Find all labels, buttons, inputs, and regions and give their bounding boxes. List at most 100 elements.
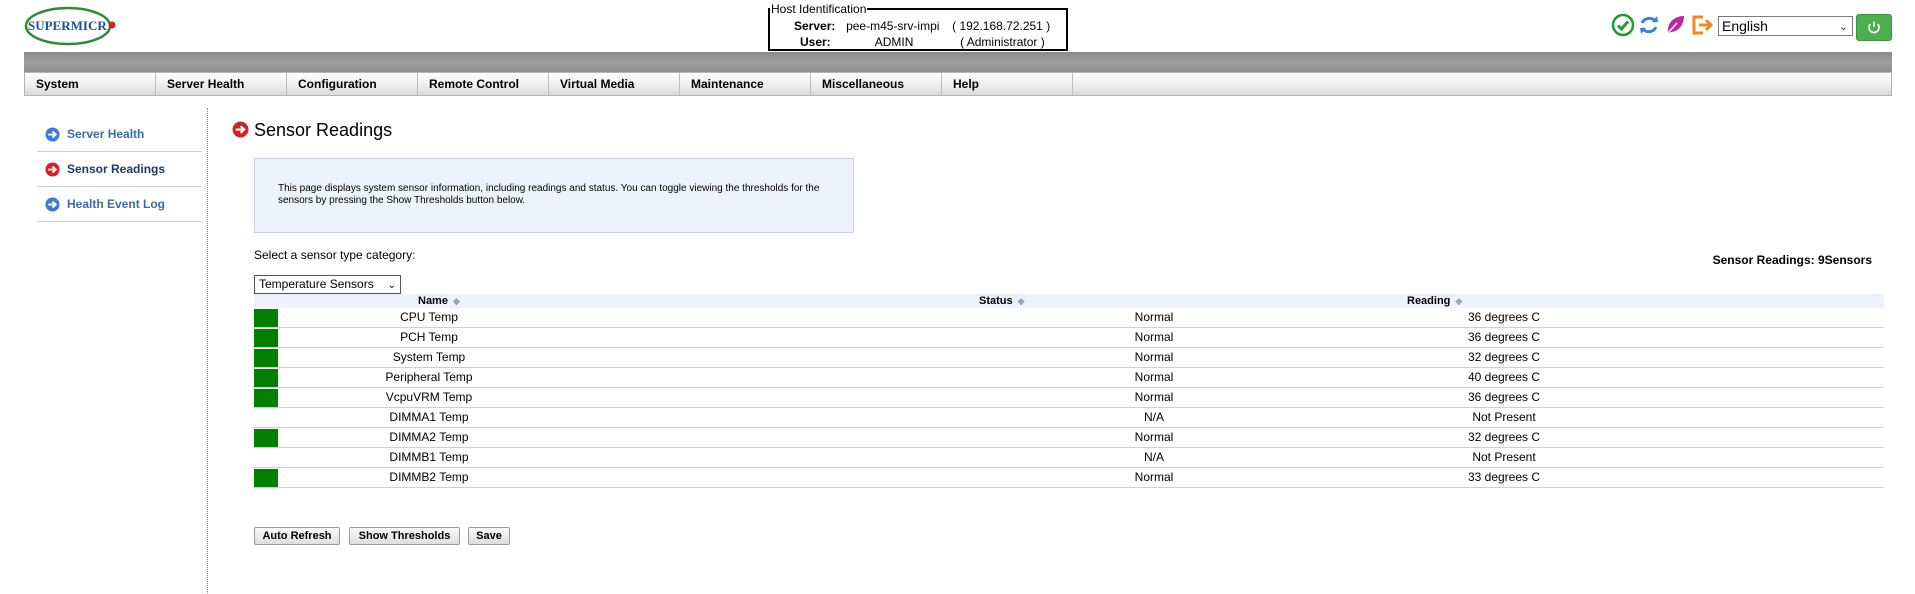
sensor-name: PCH Temp [400,330,458,344]
status-indicator [254,329,278,347]
sensor-reading: 33 degrees C [1467,470,1541,484]
user-role: ( Administrator ) [960,35,1045,49]
sort-icon: ◆ [1455,296,1463,306]
main-menu: System Server Health Configuration Remot… [24,72,1892,96]
arrow-right-icon [45,162,60,177]
status-indicator [254,349,278,367]
table-row: System Temp Normal 32 degrees C [254,348,1884,368]
sidebar-item-label: Server Health [67,127,145,141]
language-select[interactable]: English ⌄ [1718,16,1853,36]
check-icon[interactable] [1611,13,1635,37]
chevron-down-icon: ⌄ [1838,21,1848,33]
status-indicator [254,369,278,387]
sidebar-divider [207,108,208,594]
sensor-status: N/A [1143,450,1164,464]
sort-icon: ◆ [1017,296,1025,306]
arrow-right-icon [232,121,249,138]
logout-icon[interactable] [1689,13,1713,37]
menu-virtual-media[interactable]: Virtual Media [549,73,680,95]
page-title: Sensor Readings [254,120,393,140]
sidebar-item-sensor-readings[interactable]: Sensor Readings [37,152,202,187]
sensor-name: DIMMB2 Temp [389,470,469,484]
table-header: Name ◆ Status ◆ Reading ◆ [254,294,1884,308]
sensor-status: Normal [1134,430,1174,444]
auto-refresh-button[interactable]: Auto Refresh [254,527,340,545]
sensor-status: Normal [1134,470,1174,484]
sensor-reading: Not Present [1472,410,1536,424]
sidebar: Server Health Sensor Readings Health Eve… [37,117,202,222]
table-row: DIMMB2 Temp Normal 33 degrees C [254,468,1884,488]
host-identification-box: Host Identification Server: pee-m45-srv-… [768,2,1068,51]
arrow-right-icon [45,197,60,212]
menu-server-health[interactable]: Server Health [156,73,287,95]
sensor-type-label: Select a sensor type category: [254,248,416,262]
sensor-reading: 36 degrees C [1467,310,1541,324]
refresh-icon[interactable] [1637,13,1661,37]
sensor-reading: 36 degrees C [1467,390,1541,404]
server-label: Server: [794,19,836,33]
sensor-status: Normal [1134,330,1174,344]
sensor-type-value: Temperature Sensors [259,277,374,291]
table-row: PCH Temp Normal 36 degrees C [254,328,1884,348]
menu-miscellaneous[interactable]: Miscellaneous [811,73,942,95]
sensor-name: CPU Temp [400,310,458,324]
sensor-count: Sensor Readings: 9Sensors [1712,253,1872,267]
sensor-status: N/A [1143,410,1164,424]
feather-icon[interactable] [1663,13,1687,37]
table-row: DIMMA1 Temp N/A Not Present [254,408,1884,428]
sensor-reading: 32 degrees C [1467,350,1541,364]
menu-configuration[interactable]: Configuration [287,73,418,95]
info-text: This page displays system sensor informa… [278,183,820,206]
chevron-down-icon: ⌄ [387,280,396,291]
sensor-status: Normal [1134,390,1174,404]
sensor-status: Normal [1134,350,1174,364]
sensor-name: DIMMA2 Temp [389,430,469,444]
sensor-name: DIMMA1 Temp [389,410,469,424]
table-row: VcpuVRM Temp Normal 36 degrees C [254,388,1884,408]
menu-system[interactable]: System [25,73,156,95]
svg-text:SUPERMICR: SUPERMICR [28,18,107,33]
arrow-right-icon [45,127,60,142]
table-row: CPU Temp Normal 36 degrees C [254,308,1884,328]
status-indicator [254,429,278,447]
menu-maintenance[interactable]: Maintenance [680,73,811,95]
sensor-reading: 32 degrees C [1467,430,1541,444]
sort-icon: ◆ [452,296,460,306]
sensor-table: Name ◆ Status ◆ Reading ◆ CPU Temp Normal 36 … [254,294,1884,488]
save-button[interactable]: Save [468,527,510,545]
language-value: English [1722,18,1768,34]
column-header-label: Status [979,295,1013,307]
sidebar-item-label: Sensor Readings [67,162,166,176]
server-ip: ( 192.168.72.251 ) [952,19,1051,33]
user-name: ADMIN [874,35,914,49]
column-header-label: Name [418,295,448,307]
status-indicator [254,389,278,407]
sensor-name: DIMMB1 Temp [389,450,469,464]
sensor-status: Normal [1134,370,1174,384]
show-thresholds-button[interactable]: Show Thresholds [349,527,460,545]
sidebar-item-label: Health Event Log [67,197,166,211]
column-header-reading[interactable]: Reading ◆ [1407,294,1462,308]
sensor-type-select[interactable]: Temperature Sensors ⌄ [254,275,401,294]
sensor-reading: Not Present [1472,450,1536,464]
menu-help[interactable]: Help [942,73,1073,95]
sensor-name: VcpuVRM Temp [385,390,473,404]
sensor-reading: 36 degrees C [1467,330,1541,344]
sensor-status: Normal [1134,310,1174,324]
sensor-reading: 40 degrees C [1467,370,1541,384]
table-body: CPU Temp Normal 36 degrees C PCH Temp Normal… [254,308,1884,488]
column-header-label: Reading [1407,295,1451,307]
menu-remote-control[interactable]: Remote Control [418,73,549,95]
power-button[interactable] [1856,14,1892,41]
sidebar-item-health-event-log[interactable]: Health Event Log [37,187,202,222]
sensor-name: Peripheral Temp [385,370,473,384]
sidebar-item-server-health[interactable]: Server Health [37,117,202,152]
header-gray-bar [24,52,1892,72]
power-icon [1868,21,1880,34]
host-identification-legend: Host Identification [770,2,868,16]
supermicro-logo: SUPERMICR [24,5,116,47]
sensor-name: System Temp [392,350,466,364]
user-label: User: [800,35,831,49]
column-header-name[interactable]: Name ◆ [418,294,460,308]
column-header-status[interactable]: Status ◆ [979,294,1025,308]
